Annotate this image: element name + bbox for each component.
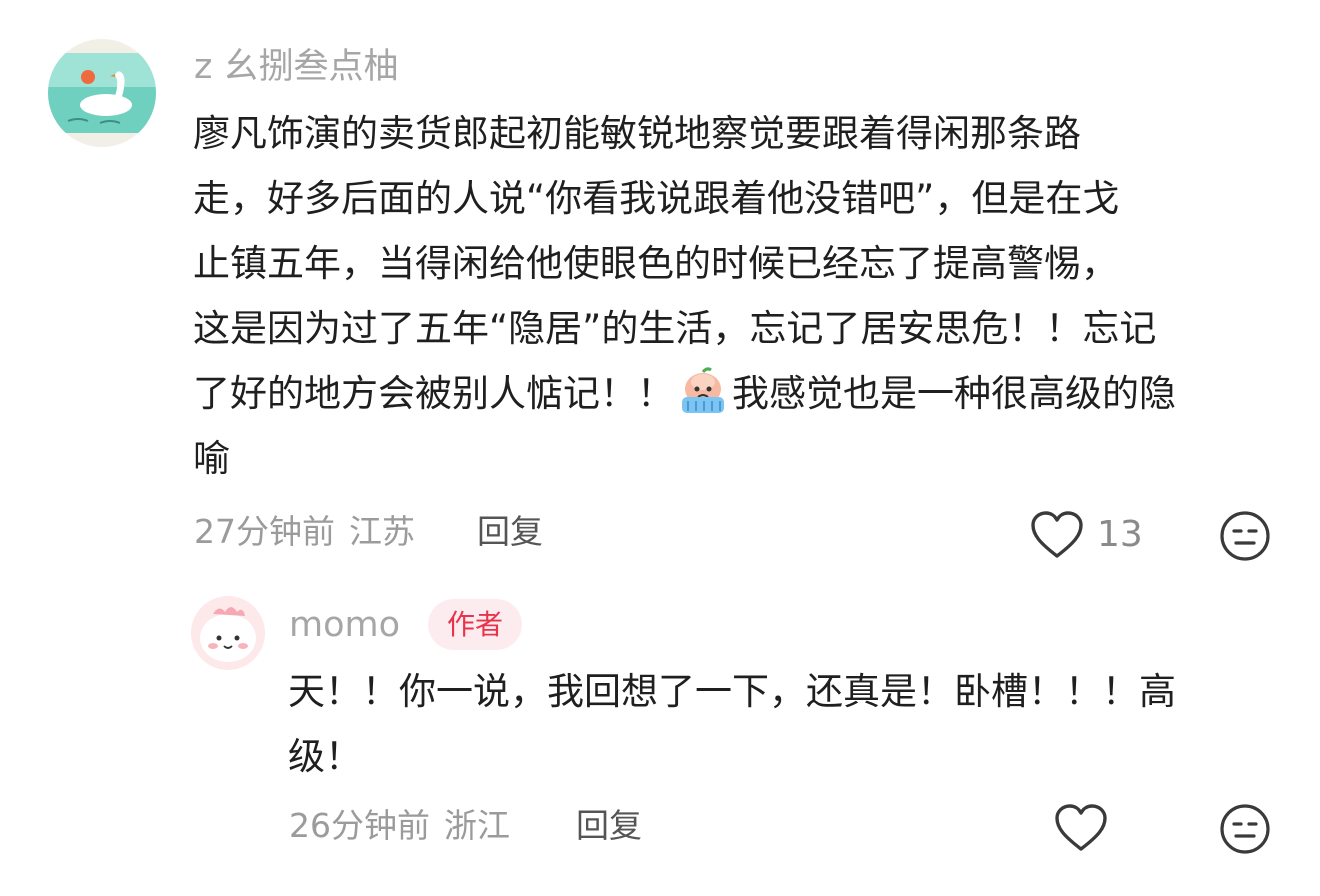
heart-outline-icon[interactable] <box>1030 510 1084 560</box>
reply-reply-button[interactable]: 回复 <box>576 809 642 842</box>
comment-line-segment: 我感觉也是一种很高级的隐 <box>732 372 1176 415</box>
reply-username[interactable]: momo <box>289 608 400 643</box>
reply-body: 天！！你一说，我回想了一下，还真是！卧槽！！！高 级！ <box>288 659 1268 789</box>
comment-line: 了好的地方会被别人惦记！！ 我感觉也是一种很高级的隐 <box>193 361 1283 426</box>
reply-meta: 26分钟前 浙江 <box>289 809 510 842</box>
reply-time: 26分钟前 <box>289 806 430 845</box>
comment-meta: 27分钟前 江苏 <box>194 515 415 548</box>
reply-avatar[interactable] <box>191 596 265 670</box>
heart-outline-icon[interactable] <box>1054 803 1108 853</box>
comment-line: 喻 <box>193 437 230 480</box>
user-avatar[interactable] <box>48 39 156 147</box>
swan-avatar-image <box>48 39 156 147</box>
comment-time: 27分钟前 <box>194 512 335 551</box>
reply-button[interactable]: 回复 <box>477 515 543 548</box>
comment-body: 廖凡饰演的卖货郎起初能敏锐地察觉要跟着得闲那条路 走，好多后面的人说“你看我说跟… <box>193 101 1283 491</box>
comment-line: 止镇五年，当得闲给他使眼色的时候已经忘了提高警惕， <box>193 242 1118 285</box>
comment-location: 江苏 <box>349 512 415 551</box>
reply-line: 天！！你一说，我回想了一下，还真是！卧槽！！！高 <box>288 670 1176 713</box>
neutral-face-icon[interactable] <box>1219 510 1271 562</box>
reply-location: 浙江 <box>444 806 510 845</box>
comment-line: 廖凡饰演的卖货郎起初能敏锐地察觉要跟着得闲那条路 <box>193 112 1081 155</box>
username[interactable]: z 幺捌叁点柚 <box>194 50 399 85</box>
author-badge: 作者 <box>428 599 522 650</box>
neutral-face-icon[interactable] <box>1219 803 1271 855</box>
cute-avatar-image <box>191 596 265 670</box>
comment-line: 走，好多后面的人说“你看我说跟着他没错吧”，但是在戈 <box>193 177 1120 220</box>
reply-line: 级！ <box>288 735 362 778</box>
comment-line-segment: 了好的地方会被别人惦记！！ <box>193 372 674 415</box>
comment-line: 这是因为过了五年“隐居”的生活，忘记了居安思危！！忘记 <box>193 307 1157 350</box>
like-count: 13 <box>1097 514 1143 555</box>
crying-emoji-icon <box>676 367 730 415</box>
